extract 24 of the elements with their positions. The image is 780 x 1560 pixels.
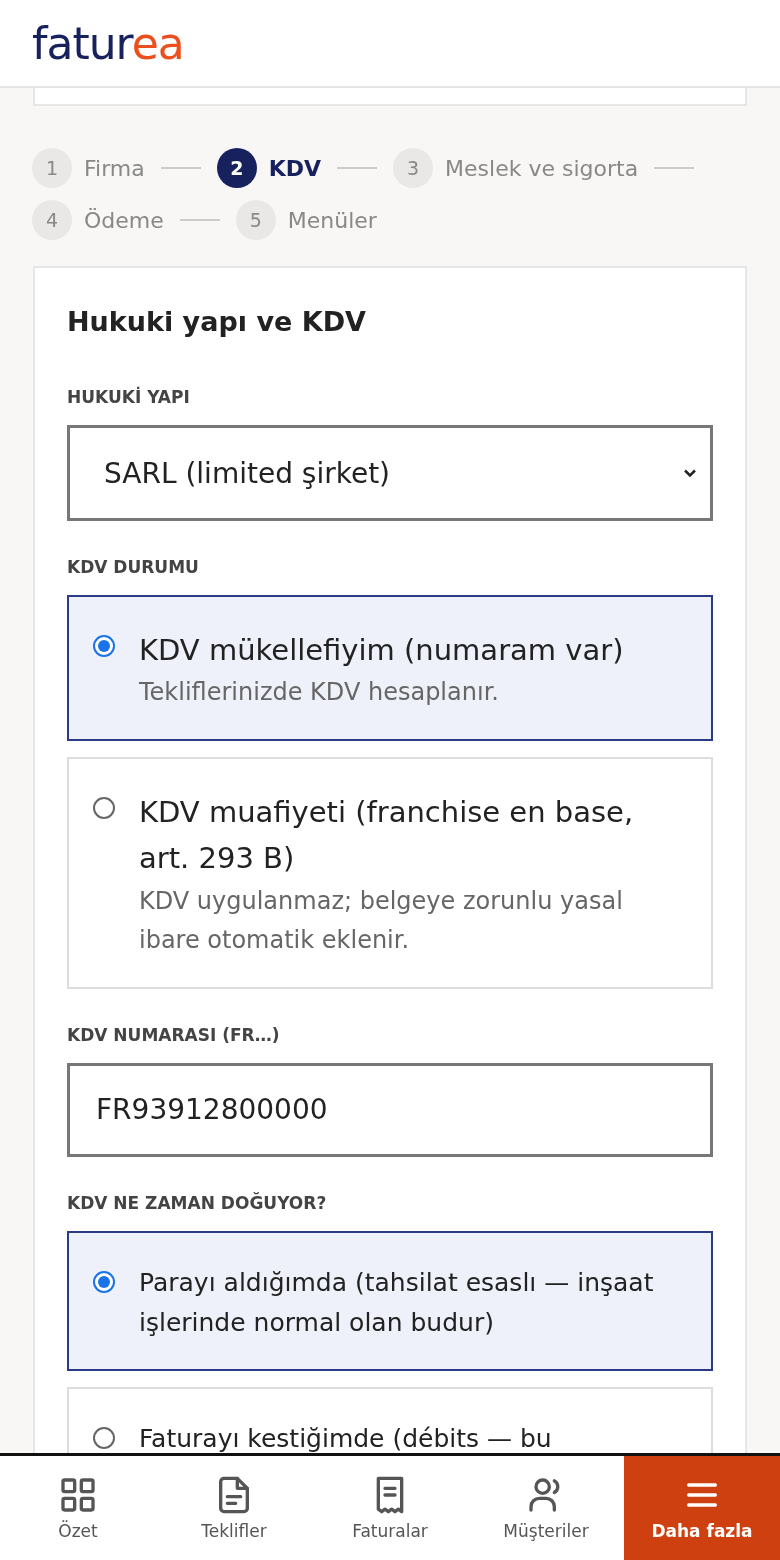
radio-button[interactable] [93, 1270, 115, 1293]
field-label: KDV NE ZAMAN DOĞUYOR? [67, 1192, 328, 1213]
option-title: Parayı aldığımda (tahsilat esaslı — inşaat işlerinde normal olan budur) [139, 1266, 655, 1339]
card-title: Hukuki yapı ve KDV [67, 306, 367, 337]
input-field[interactable]: FR93912800000 [67, 1062, 713, 1157]
logo[interactable]: faturea [32, 17, 184, 69]
radio-option[interactable]: KDV mükellefiyim (numaram var) Tekliflerinizde KDV hesaplanır. [67, 595, 713, 741]
radio-option[interactable]: KDV muafiyeti (franchise en base, art. 293 B) KDV uygulanmaz; belgeye zorunlu yasal ibare otomatik eklenir. [67, 757, 713, 989]
field-label: KDV NUMARASI (FR…) [67, 1024, 281, 1045]
radio-button[interactable] [93, 635, 115, 657]
field-label: HUKUKİ YAPI [67, 387, 191, 407]
option-description: KDV uygulanmaz; belgeye zorunlu yasal ibare otomatik eklenir. [139, 885, 624, 957]
option-title: KDV mükellefiyim (numaram var) [139, 632, 624, 669]
select-field[interactable]: SARL (limited şirket) [67, 425, 713, 521]
field-label: KDV DURUMU [67, 557, 200, 577]
option-title: KDV muafiyeti (franchise en base, art. 293 B) [139, 794, 635, 878]
grid-icon [58, 1475, 98, 1515]
option-description: Tekliflerinizde KDV hesaplanır. [139, 677, 500, 709]
nav-tab[interactable]: Daha fazla [624, 1456, 780, 1560]
radio-button[interactable] [93, 797, 115, 819]
radio-option[interactable]: Parayı aldığımda (tahsilat esaslı — inşaat işlerinde normal olan budur) [67, 1230, 713, 1371]
option-title: Faturayı kestiğimde (débits — bu [139, 1422, 552, 1455]
radio-button[interactable] [93, 1426, 115, 1449]
step-tab[interactable]: 2 KDV [216, 148, 322, 188]
